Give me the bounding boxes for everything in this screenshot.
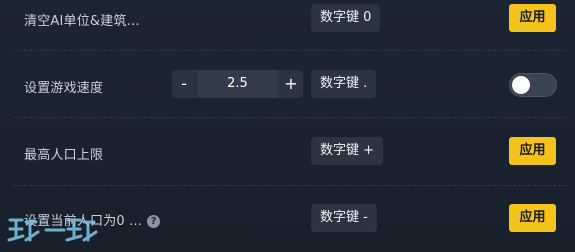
hotkey-chip[interactable]: 数字键 - [311,204,377,232]
apply-button[interactable]: 应用 [509,4,556,32]
speed-stepper: - 2.5 + [172,70,303,98]
speed-value-input[interactable]: 2.5 [198,70,277,98]
apply-button[interactable]: 应用 [509,204,556,232]
hotkey-chip[interactable]: 数字键 . [311,70,377,98]
row-label: 最高人口上限 [24,148,104,163]
hotkey-chip[interactable]: 数字键 + [311,137,384,165]
speed-toggle[interactable] [509,73,557,97]
watermark-logo [7,218,98,242]
toggle-knob [512,76,530,94]
help-icon[interactable]: ? [147,215,161,228]
apply-button[interactable]: 应用 [509,137,556,165]
row-game-speed: 设置游戏速度 - 2.5 + 数字键 . [0,51,575,117]
increment-button[interactable]: + [279,70,303,98]
row-label: 设置游戏速度 [24,81,104,96]
trainer-panel: 清空AI单位&建筑... 数字键 0 应用 设置游戏速度 - 2.5 + 数字键… [0,0,575,252]
row-max-population: 最高人口上限 数字键 + 应用 [0,118,575,184]
hotkey-chip[interactable]: 数字键 0 [311,4,381,32]
row-label: 清空AI单位&建筑... [24,14,140,29]
decrement-button[interactable]: - [172,70,196,98]
